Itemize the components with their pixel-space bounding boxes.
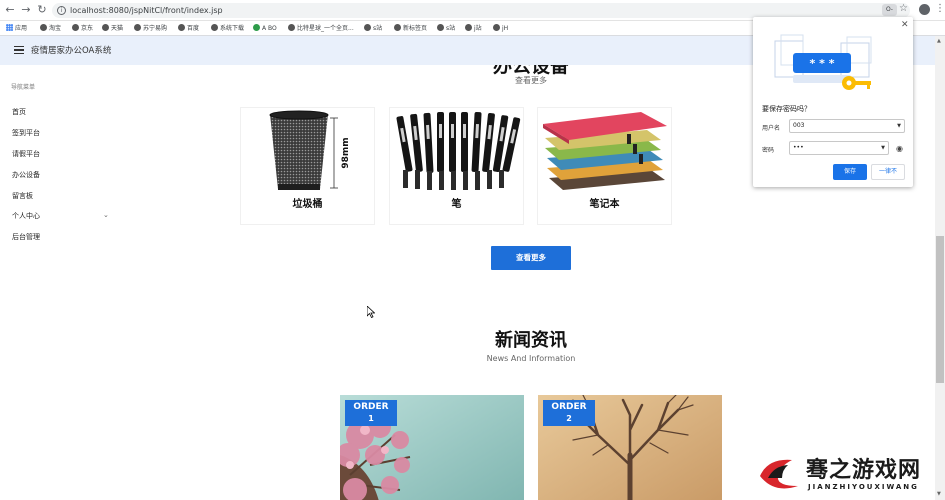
- sidebar-item-messages[interactable]: 留言板: [12, 191, 33, 201]
- bookmark-item[interactable]: 新标签页: [394, 23, 427, 34]
- bookmark-item[interactable]: 天猫: [102, 23, 123, 34]
- sidebar-item-leave[interactable]: 请假平台: [12, 149, 40, 159]
- save-password-popup: ✕ * * * 要保存密码吗？ 用户名 003 ▼ 密码 ••• ▼ ◉ 保存 …: [753, 17, 913, 187]
- password-label: 密码: [762, 147, 775, 154]
- watermark-text: 骞之游戏网: [806, 457, 922, 483]
- watermark-logo: 骞之游戏网 JIANZHIYOUXIWANG: [756, 452, 936, 498]
- globe-icon: [288, 24, 295, 31]
- close-icon[interactable]: ✕: [901, 20, 909, 30]
- watermark-emblem-icon: [760, 459, 798, 489]
- apps-grid-icon: [6, 24, 13, 31]
- globe-icon: [394, 24, 401, 31]
- globe-icon: [72, 24, 79, 31]
- globe-icon: [134, 24, 141, 31]
- bookmark-item[interactable]: 比特星球_一个全页...: [288, 23, 354, 34]
- sidebar-item-home[interactable]: 首页: [12, 107, 26, 117]
- browser-menu-icon[interactable]: ⋮: [935, 3, 945, 15]
- sidebar-item-profile[interactable]: 个人中心: [12, 211, 40, 221]
- globe-icon: [40, 24, 47, 31]
- order-label: ORDER: [551, 402, 587, 412]
- bookmark-item[interactable]: j站: [465, 23, 482, 34]
- username-label: 用户名: [762, 125, 781, 132]
- save-password-button[interactable]: 保存: [833, 164, 867, 180]
- svg-text:* * *: * * *: [810, 57, 835, 70]
- pens-image: [393, 110, 522, 191]
- news-section-subtitle: News And Information: [486, 354, 576, 363]
- leaf-icon: [253, 24, 260, 31]
- mouse-cursor-icon: [367, 306, 375, 318]
- product-name: 笔: [451, 199, 462, 210]
- bookmark-item[interactable]: 系统下载: [211, 23, 244, 34]
- password-illustration: * * *: [774, 34, 872, 90]
- sidebar: 导航菜单 首页 签到平台 请假平台 办公设备 留言板 个人中心 ⌄ 后台管理: [0, 65, 118, 500]
- globe-icon: [102, 24, 109, 31]
- globe-icon: [465, 24, 472, 31]
- reload-icon[interactable]: ↻: [35, 3, 49, 17]
- never-save-button[interactable]: 一律不: [871, 164, 905, 180]
- notebooks-image: [541, 110, 670, 191]
- news-card[interactable]: ORDER 1: [340, 395, 524, 500]
- sidebar-item-equipment[interactable]: 办公设备: [12, 170, 40, 180]
- order-badge: ORDER 1: [345, 400, 397, 426]
- hamburger-icon[interactable]: [14, 46, 24, 54]
- save-password-question: 要保存密码吗？: [762, 105, 811, 113]
- product-name: 笔记本: [589, 199, 620, 210]
- bookmark-item[interactable]: s站: [364, 23, 382, 34]
- product-card[interactable]: 笔记本: [537, 107, 672, 225]
- product-card[interactable]: 98mm 垃圾桶: [240, 107, 375, 225]
- order-label: ORDER: [353, 402, 389, 412]
- view-more-button[interactable]: 查看更多: [491, 246, 571, 270]
- sidebar-item-admin[interactable]: 后台管理: [12, 232, 40, 242]
- show-password-eye-icon[interactable]: ◉: [896, 144, 903, 153]
- sidebar-item-checkin[interactable]: 签到平台: [12, 128, 40, 138]
- globe-icon: [493, 24, 500, 31]
- forward-icon[interactable]: →: [19, 3, 33, 17]
- order-badge: ORDER 2: [543, 400, 595, 426]
- password-key-icon[interactable]: O‑: [882, 4, 897, 16]
- address-bar[interactable]: i localhost:8080/jspNitCl/front/index.js…: [52, 3, 910, 18]
- globe-icon: [178, 24, 185, 31]
- measure-label: 98mm: [341, 137, 351, 168]
- globe-icon: [364, 24, 371, 31]
- scroll-down-icon[interactable]: ▼: [937, 491, 941, 497]
- dropdown-caret-icon: ▼: [897, 123, 901, 129]
- trash-bin-image: 98mm: [244, 110, 373, 191]
- order-number: 2: [566, 414, 572, 423]
- watermark-subtext: JIANZHIYOUXIWANG: [808, 483, 919, 491]
- product-name: 垃圾桶: [292, 199, 323, 210]
- bookmark-apps[interactable]: 应用: [6, 23, 27, 34]
- sidebar-heading: 导航菜单: [11, 84, 36, 91]
- bookmark-item[interactable]: 百度: [178, 23, 199, 34]
- scrollbar-thumb[interactable]: [936, 236, 944, 383]
- profile-avatar-icon[interactable]: [919, 4, 930, 15]
- back-icon[interactable]: ←: [3, 3, 17, 17]
- scroll-up-icon[interactable]: ▲: [937, 38, 941, 44]
- page-scrollbar[interactable]: ▲ ▼: [935, 36, 945, 500]
- bookmark-star-icon[interactable]: ☆: [899, 3, 908, 14]
- password-select[interactable]: ••• ▼: [789, 141, 889, 155]
- url-text: localhost:8080/jspNitCl/front/index.jsp: [70, 6, 223, 15]
- username-value: 003: [793, 122, 805, 129]
- bookmark-item[interactable]: 淘宝: [40, 23, 61, 34]
- globe-icon: [437, 24, 444, 31]
- site-info-icon[interactable]: i: [57, 6, 66, 15]
- product-card[interactable]: 笔: [389, 107, 524, 225]
- bookmark-item[interactable]: 京东: [72, 23, 93, 34]
- news-section-title: 新闻资讯: [495, 330, 567, 351]
- bookmark-item[interactable]: s站: [437, 23, 455, 34]
- dropdown-caret-icon: ▼: [881, 145, 885, 151]
- chevron-down-icon[interactable]: ⌄: [103, 211, 109, 219]
- app-title: 疫情居家办公OA系统: [31, 46, 112, 56]
- bookmark-item[interactable]: jH: [493, 23, 508, 34]
- news-card[interactable]: ORDER 2: [538, 395, 722, 500]
- username-select[interactable]: 003 ▼: [789, 119, 905, 133]
- order-number: 1: [368, 414, 374, 423]
- bookmark-item[interactable]: 苏宁易购: [134, 23, 167, 34]
- password-value: •••: [793, 144, 804, 151]
- bookmark-item[interactable]: A BO: [253, 23, 277, 34]
- globe-icon: [211, 24, 218, 31]
